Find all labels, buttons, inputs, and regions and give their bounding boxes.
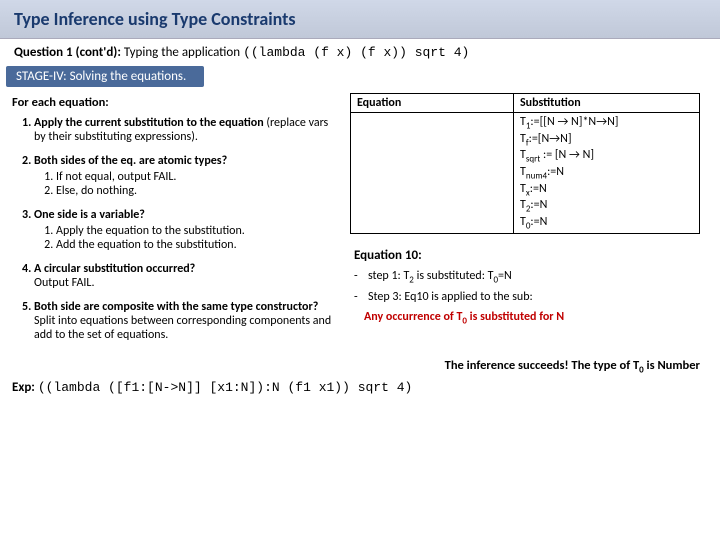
step-3: One side is a variable? Apply the equati…	[34, 208, 340, 252]
exp-code: ((lambda ([f1:[N->N]] [x1:N]):N (f1 x1))…	[38, 380, 412, 395]
equation-table: Equation Substitution T1:=[[N N]*NN] Tf:…	[350, 93, 700, 234]
arrow-icon	[549, 132, 560, 146]
question-line: Question 1 (cont'd): Typing the applicat…	[0, 39, 720, 64]
left-column: For each equation: Apply the current sub…	[10, 91, 340, 352]
red-conclusion: Any occurrence of T0 is substituted for …	[364, 310, 700, 326]
step-4: A circular substitution occurred? Output…	[34, 262, 340, 290]
exp-label: Exp:	[12, 380, 35, 395]
arrow-icon	[557, 115, 568, 129]
arrow-icon	[569, 148, 580, 162]
slide-title: Type Inference using Type Constraints	[0, 0, 720, 39]
step-2: Both sides of the eq. are atomic types? …	[34, 154, 340, 198]
arrow-icon	[596, 115, 607, 129]
question-code: ((lambda (f x) (f x)) sqrt 4)	[243, 45, 469, 60]
equation-10-title: Equation 10:	[354, 248, 700, 263]
equation-cell	[351, 113, 514, 234]
question-lead: Typing the application	[124, 45, 240, 60]
th-equation: Equation	[351, 94, 514, 113]
substitution-cell: T1:=[[N N]*NN] Tf:=[NN] Tsqrt := [N N] T…	[514, 113, 700, 234]
eq10-step3: Step 3: Eq10 is applied to the sub:	[354, 290, 700, 304]
step-5: Both side are composite with the same ty…	[34, 300, 340, 342]
th-substitution: Substitution	[514, 94, 700, 113]
exp-line: Exp: ((lambda ([f1:[N->N]] [x1:N]):N (f1…	[0, 378, 720, 397]
equation-10-steps: step 1: T2 is substituted: T0=N Step 3: …	[350, 269, 700, 303]
stage-label: STAGE-IV: Solving the equations.	[6, 66, 204, 87]
for-each-label: For each equation:	[12, 95, 340, 110]
right-column: Equation Substitution T1:=[[N N]*NN] Tf:…	[350, 91, 700, 352]
step-1: Apply the current substitution to the eq…	[34, 116, 340, 144]
final-line: The inference succeeds! The type of T0 i…	[0, 352, 720, 378]
eq10-step1: step 1: T2 is substituted: T0=N	[354, 269, 700, 285]
question-label: Question 1 (cont'd):	[14, 45, 121, 60]
